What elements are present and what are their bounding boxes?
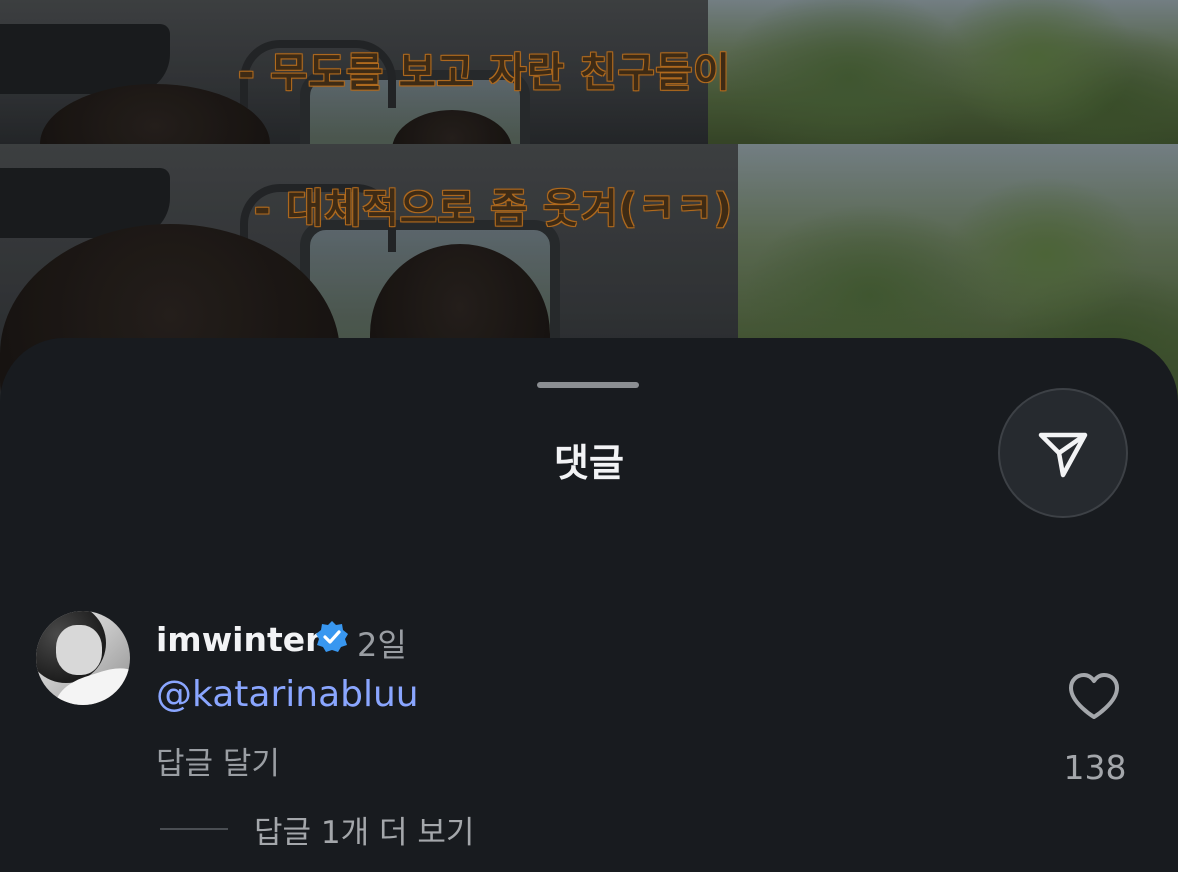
comment-item: imwinter 2일 @katarinabluu 답글 달기 138 답글 1… — [0, 608, 1178, 872]
subtitle-line-1: - 무도를 보고 자란 친구들이 — [238, 50, 732, 96]
share-button[interactable] — [998, 388, 1128, 518]
video-panel-top: - 무도를 보고 자란 친구들이 — [0, 0, 1178, 144]
reply-thread-line — [160, 828, 228, 830]
comments-sheet: 댓글 imwinter 2일 @katarinabluu 답글 달기 138 답… — [0, 338, 1178, 872]
comment-username[interactable]: imwinter — [156, 620, 321, 659]
send-icon — [1038, 432, 1088, 478]
view-replies-label: 답글 1개 더 보기 — [254, 814, 475, 851]
avatar[interactable] — [36, 611, 130, 705]
view-more-replies-button[interactable]: 답글 1개 더 보기 — [160, 804, 474, 854]
verified-badge-icon — [316, 621, 348, 652]
reply-button[interactable]: 답글 달기 — [156, 738, 280, 783]
heart-icon[interactable] — [1066, 670, 1122, 722]
like-count: 138 — [1063, 748, 1127, 787]
sheet-drag-handle[interactable] — [537, 382, 639, 388]
subtitle-line-2: - 대체적으로 좀 웃겨(ㅋㅋ) — [254, 186, 733, 232]
app-screen: - 무도를 보고 자란 친구들이 - 대체적으로 좀 웃겨(ㅋㅋ) 댓글 imw… — [0, 0, 1178, 872]
comment-mention-link[interactable]: @katarinabluu — [156, 674, 419, 715]
comment-timestamp: 2일 — [357, 626, 407, 664]
